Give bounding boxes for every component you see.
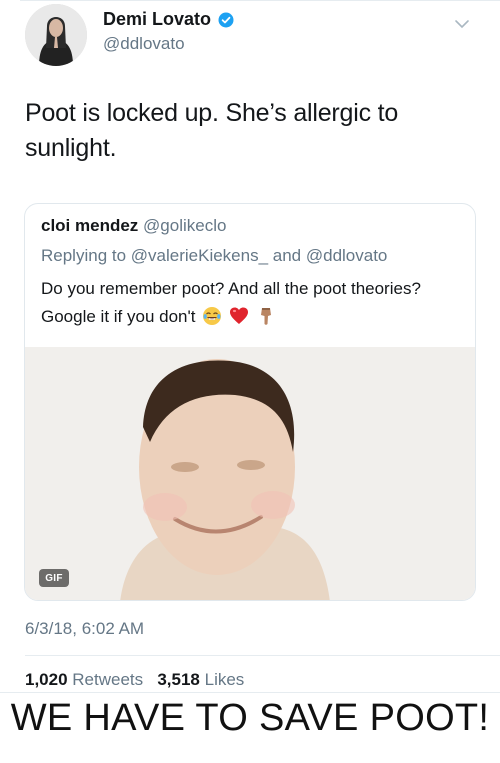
author-name[interactable]: Demi Lovato: [103, 9, 235, 30]
gif-face-image: [25, 347, 475, 600]
quoted-tweet[interactable]: cloi mendez @golikeclo Replying to @vale…: [24, 203, 476, 601]
gif-badge: GIF: [39, 569, 69, 587]
quoted-author-name: cloi mendez: [41, 216, 139, 235]
divider: [0, 692, 500, 693]
retweets-stat[interactable]: 1,020 Retweets: [25, 670, 148, 689]
chevron-down-icon[interactable]: [454, 16, 470, 32]
red-heart-emoji-icon: [229, 307, 248, 324]
meme-caption: WE HAVE TO SAVE POOT!: [10, 697, 490, 739]
pointing-down-emoji-icon: [260, 308, 271, 325]
tweet-timestamp[interactable]: 6/3/18, 6:02 AM: [25, 619, 144, 639]
quoted-text: Do you remember poot? And all the poot t…: [41, 275, 441, 331]
tweet-card: Demi Lovato @ddlovato Poot is locked up.…: [0, 0, 500, 693]
tears-of-joy-emoji-icon: [203, 307, 222, 325]
quoted-replying-to: Replying to @valerieKiekens_ and @ddlova…: [41, 246, 388, 265]
likes-label: Likes: [204, 670, 245, 689]
divider: [25, 655, 500, 656]
tweet-text: Poot is locked up. She’s allergic to sun…: [25, 99, 399, 162]
retweets-label: Retweets: [72, 670, 144, 689]
gif-media[interactable]: GIF: [25, 347, 475, 600]
author-name-text[interactable]: Demi Lovato: [103, 9, 211, 30]
verified-badge-icon: [218, 12, 234, 27]
likes-count: 3,518: [157, 670, 200, 689]
quoted-author-handle: @golikeclo: [143, 216, 227, 235]
quoted-author: cloi mendez @golikeclo: [41, 216, 226, 236]
author-handle[interactable]: @ddlovato: [103, 34, 185, 54]
tweet-stats: 1,020 Retweets 3,518 Likes: [25, 670, 244, 690]
avatar[interactable]: [25, 4, 87, 66]
likes-stat[interactable]: 3,518 Likes: [157, 670, 244, 689]
retweets-count: 1,020: [25, 670, 68, 689]
divider: [20, 0, 500, 1]
